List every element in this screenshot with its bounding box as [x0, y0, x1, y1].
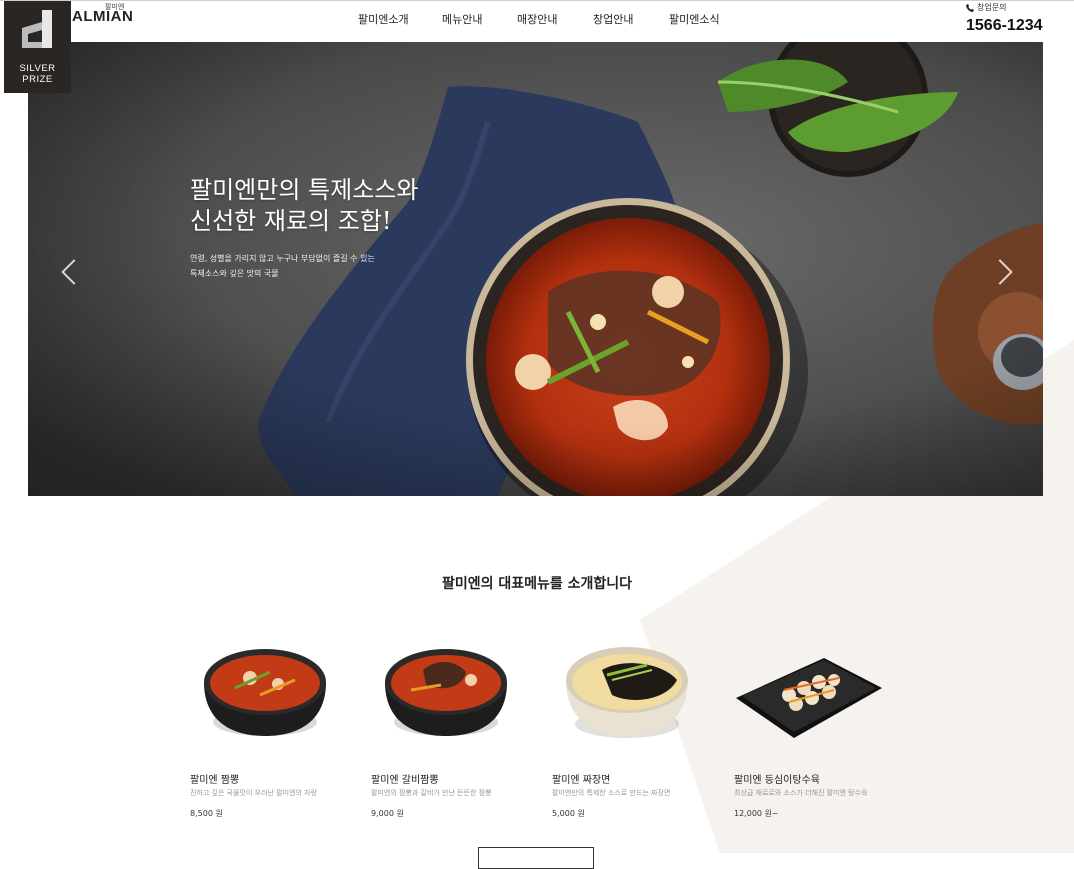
site-header: 팔미엔 ALMIAN 팔미엔소개 메뉴안내 매장안내 창업안내 팔미엔소식 창업… [0, 0, 1074, 42]
nav-item-menu[interactable]: 메뉴안내 [442, 11, 482, 27]
menu-name: 팔미엔 등심이탕수육 [734, 775, 820, 786]
phone-icon [966, 3, 974, 12]
badge-text-prize: PRIZE [22, 74, 53, 85]
nav-item-news[interactable]: 팔미엔소식 [669, 11, 720, 27]
hero-title: 팔미엔만의 특제소스와 신선한 재료의 조합! [190, 176, 419, 235]
jajangmyeon-bowl-icon [566, 647, 688, 738]
badge-text-silver: SILVER [19, 63, 56, 74]
menu-price: 8,500 원 [190, 809, 223, 818]
menu-card-tangsuyuk[interactable]: 팔미엔 등심이탕수육 최상급 재료로와 소스가 더해진 팔미엔 탕수육 12,0… [734, 640, 894, 818]
menu-desc: 진하고 깊은 국물맛이 우러난 팔미엔의 자랑 [190, 789, 318, 797]
menu-price: 9,000 원 [371, 809, 404, 818]
hero-food-image [28, 42, 1043, 496]
menu-card-galbi-jjamppong[interactable]: 팔미엔 갈비짬뽕 팔미엔의 짬뽕과 갈비가 만난 든든한 짬뽕 9,000 원 [371, 640, 531, 818]
menu-desc: 팔미엔만의 특제한 소스로 만드는 짜장면 [552, 789, 671, 797]
hero-banner: 팔미엔만의 특제소스와 신선한 재료의 조합! 연령, 성별을 가리지 않고 누… [28, 42, 1043, 496]
section-title: 팔미엔의 대표메뉴를 소개합니다 [441, 576, 633, 592]
logo[interactable]: ALMIAN [72, 8, 133, 25]
hero-text-block: 팔미엔만의 특제소스와 신선한 재료의 조합! 연령, 성별을 가리지 않고 누… [190, 175, 418, 281]
menu-price: 12,000 원~ [734, 809, 779, 818]
menu-name: 팔미엔 짬뽕 [190, 775, 240, 786]
award-badge: SILVER PRIZE [4, 1, 71, 93]
galbi-jjamppong-bowl-icon [385, 649, 507, 736]
menu-name: 팔미엔 갈비짬뽕 [371, 775, 439, 786]
nav-item-franchise[interactable]: 창업안내 [593, 11, 633, 27]
menu-card-jjamppong[interactable]: 팔미엔 짬뽕 진하고 깊은 국물맛이 우러난 팔미엔의 자랑 8,500 원 [190, 640, 350, 818]
menu-desc: 팔미엔의 짬뽕과 갈비가 만난 든든한 짬뽕 [371, 789, 492, 797]
nav-item-about[interactable]: 팔미엔소개 [358, 11, 409, 27]
menu-name: 팔미엔 짜장면 [552, 775, 611, 786]
menu-desc: 최상급 재료로와 소스가 더해진 팔미엔 탕수육 [734, 789, 868, 797]
hero-subtitle: 연령, 성별을 가리지 않고 누구나 부담없이 즐길 수 있는 특제소스와 깊은… [190, 254, 375, 278]
award-d-logo-icon [22, 10, 52, 48]
nav-item-stores[interactable]: 매장안내 [517, 11, 557, 27]
jjamppong-bowl-icon [204, 649, 326, 736]
menu-price: 5,000 원 [552, 809, 585, 818]
top-border [0, 0, 1074, 1]
more-menu-button[interactable] [478, 847, 594, 869]
contact-label: 창업문의 [966, 2, 1006, 13]
tangsuyuk-plate-icon [736, 658, 882, 738]
phone-number[interactable]: 1566-1234 [966, 17, 1043, 35]
menu-card-jajangmyeon[interactable]: 팔미엔 짜장면 팔미엔만의 특제한 소스로 만드는 짜장면 5,000 원 [552, 640, 712, 818]
